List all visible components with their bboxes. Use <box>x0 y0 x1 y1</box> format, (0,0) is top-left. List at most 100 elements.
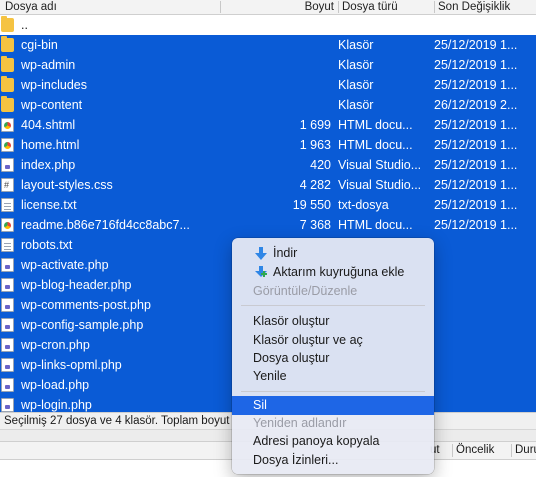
file-type: Klasör <box>338 58 374 72</box>
file-row[interactable]: index.php 420 Visual Studio... 25/12/2019 1… <box>0 155 536 175</box>
queue-column-status[interactable]: Duru <box>515 442 536 459</box>
file-modified: 25/12/2019 1... <box>434 38 518 52</box>
menu-item-permissions[interactable]: Dosya İzinleri... <box>232 451 434 470</box>
menu-item-delete[interactable]: Sil <box>232 396 434 415</box>
file-modified: 25/12/2019 1... <box>434 178 518 192</box>
file-name: wp-config-sample.php <box>21 318 144 332</box>
chrome-file-icon <box>1 118 14 132</box>
file-row[interactable]: layout-styles.css 4 282 Visual Studio... 25… <box>0 175 536 195</box>
file-row[interactable]: home.html 1 963 HTML docu... 25/12/2019 1..… <box>0 135 536 155</box>
file-size: 7 368 <box>299 218 331 232</box>
file-modified: 25/12/2019 1... <box>434 78 518 92</box>
php-file-icon <box>1 378 14 392</box>
menu-item-add-to-queue[interactable]: Aktarım kuyruğuna ekle <box>232 263 434 282</box>
file-name: wp-admin <box>21 58 76 72</box>
menu-item-download[interactable]: İndir <box>232 244 434 263</box>
file-name: index.php <box>21 158 76 172</box>
file-type: Klasör <box>338 38 374 52</box>
file-name: .. <box>21 18 28 32</box>
file-name: wp-cron.php <box>21 338 90 352</box>
file-type: txt-dosya <box>338 198 389 212</box>
file-modified: 25/12/2019 1... <box>434 158 518 172</box>
chrome-file-icon <box>1 218 14 232</box>
file-name: wp-includes <box>21 78 88 92</box>
file-type: HTML docu... <box>338 138 413 152</box>
file-name: license.txt <box>21 198 77 212</box>
file-size: 19 550 <box>292 198 331 212</box>
file-name: layout-styles.css <box>21 178 113 192</box>
file-modified: 26/12/2019 2... <box>434 98 518 112</box>
menu-item-label: Aktarım kuyruğuna ekle <box>273 265 405 279</box>
file-name: wp-comments-post.php <box>21 298 151 312</box>
php-file-icon <box>1 298 14 312</box>
menu-item-create-folder[interactable]: Klasör oluştur <box>232 312 434 331</box>
file-row[interactable]: wp-includes Klasör 25/12/2019 1... <box>0 75 536 95</box>
file-type: Klasör <box>338 98 374 112</box>
file-size: 4 282 <box>299 178 331 192</box>
php-file-icon <box>1 358 14 372</box>
file-name: cgi-bin <box>21 38 58 52</box>
queue-add-icon <box>255 266 267 277</box>
folder-icon <box>1 56 14 72</box>
css-file-icon <box>1 175 14 195</box>
menu-item-create-folder-open[interactable]: Klasör oluştur ve aç <box>232 331 434 350</box>
column-divider[interactable] <box>220 1 221 13</box>
php-file-icon <box>1 318 14 332</box>
file-size: 1 699 <box>299 118 331 132</box>
text-file-icon <box>1 198 14 212</box>
column-divider[interactable] <box>434 1 435 13</box>
file-name: wp-blog-header.php <box>21 278 132 292</box>
file-row[interactable]: license.txt 19 550 txt-dosya 25/12/2019 1..… <box>0 195 536 215</box>
file-modified: 25/12/2019 1... <box>434 218 518 232</box>
column-size-header[interactable]: Boyut <box>222 0 334 14</box>
chrome-file-icon <box>1 138 14 152</box>
menu-item-copy-url[interactable]: Adresi panoya kopyala <box>232 432 434 451</box>
menu-separator <box>241 391 425 392</box>
column-type-header[interactable]: Dosya türü <box>342 0 432 14</box>
column-name-header[interactable]: Dosya adı <box>5 0 215 14</box>
file-size: 420 <box>310 158 331 172</box>
php-file-icon <box>1 278 14 292</box>
folder-icon <box>1 36 14 52</box>
file-type: HTML docu... <box>338 118 413 132</box>
folder-icon <box>1 96 14 112</box>
menu-item-create-file[interactable]: Dosya oluştur <box>232 349 434 368</box>
folder-icon <box>1 76 14 92</box>
file-row[interactable]: cgi-bin Klasör 25/12/2019 1... <box>0 35 536 55</box>
menu-separator <box>241 305 425 306</box>
context-menu: İndir Aktarım kuyruğuna ekle Görüntüle/D… <box>232 238 434 474</box>
file-name: wp-links-opml.php <box>21 358 122 372</box>
download-arrow-icon <box>255 247 267 260</box>
parent-directory-row[interactable]: .. <box>0 15 536 35</box>
text-file-icon <box>1 238 14 252</box>
menu-item-label: İndir <box>273 246 298 260</box>
file-row[interactable]: wp-admin Klasör 25/12/2019 1... <box>0 55 536 75</box>
menu-item-rename: Yeniden adlandır <box>253 416 347 430</box>
file-row[interactable]: wp-content Klasör 26/12/2019 2... <box>0 95 536 115</box>
php-file-icon <box>1 258 14 272</box>
file-name: 404.shtml <box>21 118 76 132</box>
file-modified: 25/12/2019 1... <box>434 198 518 212</box>
menu-item-refresh[interactable]: Yenile <box>232 367 434 386</box>
file-name: wp-content <box>21 98 83 112</box>
column-divider[interactable] <box>338 1 339 13</box>
file-name: home.html <box>21 138 80 152</box>
file-type: HTML docu... <box>338 218 413 232</box>
php-file-icon <box>1 398 14 412</box>
file-name: wp-load.php <box>21 378 90 392</box>
file-type: Klasör <box>338 78 374 92</box>
file-row[interactable]: readme.b86e716fd4cc8abc7... 7 368 HTML doc… <box>0 215 536 235</box>
column-divider[interactable] <box>452 444 453 457</box>
column-divider[interactable] <box>511 444 512 457</box>
file-name: readme.b86e716fd4cc8abc7... <box>21 218 190 232</box>
queue-column-priority[interactable]: Öncelik <box>456 442 494 459</box>
file-name: wp-activate.php <box>21 258 109 272</box>
file-modified: 25/12/2019 1... <box>434 138 518 152</box>
file-modified: 25/12/2019 1... <box>434 58 518 72</box>
file-type: Visual Studio... <box>338 178 422 192</box>
column-date-header[interactable]: Son Değişiklik <box>438 0 536 14</box>
file-modified: 25/12/2019 1... <box>434 118 518 132</box>
file-name: robots.txt <box>21 238 73 252</box>
file-row[interactable]: 404.shtml 1 699 HTML docu... 25/12/2019 1..… <box>0 115 536 135</box>
file-type: Visual Studio... <box>338 158 422 172</box>
